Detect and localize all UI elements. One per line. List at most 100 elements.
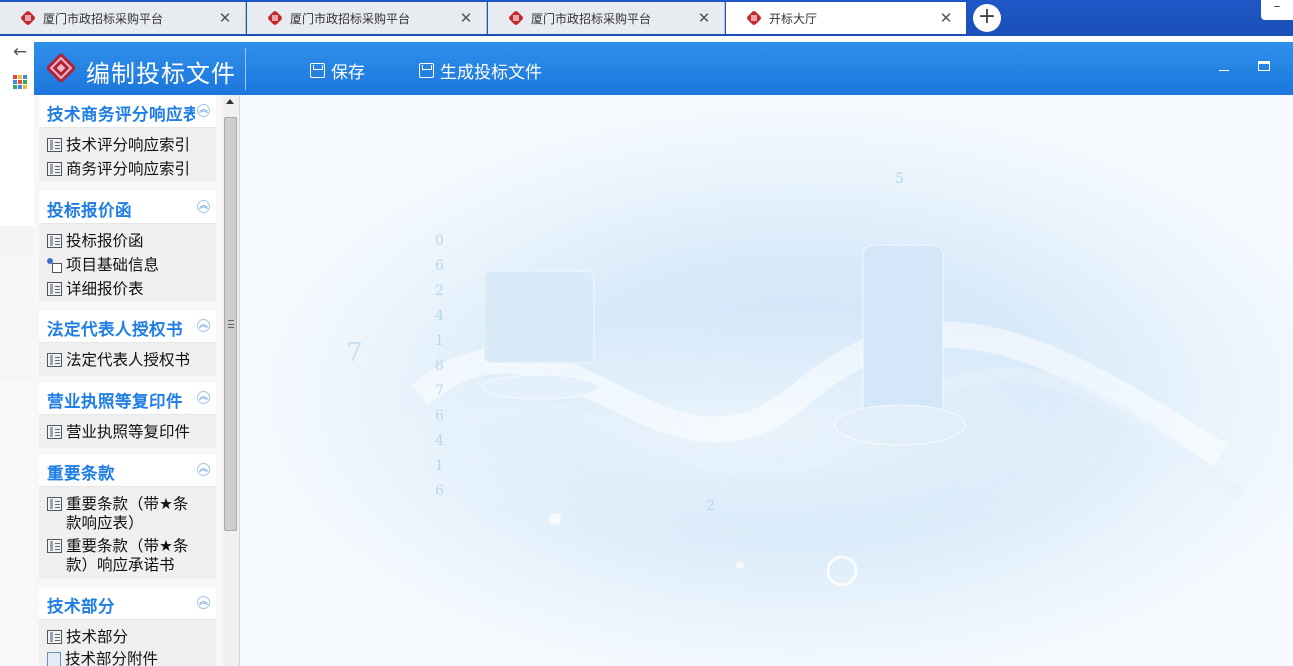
attachment-icon (47, 652, 61, 666)
svg-text:5: 5 (895, 171, 904, 187)
item-label: 详细报价表 (66, 280, 144, 298)
group-technical-section: 技术部分 ︽ 技术部分 技术部分附件 (39, 587, 216, 666)
tab-title: 厦门市政招标采购平台 (531, 11, 652, 26)
browser-tab-1[interactable]: 厦门市政招标采购平台 ✕ (0, 2, 246, 34)
tab-title: 厦门市政招标采购平台 (290, 11, 411, 26)
document-icon (47, 425, 62, 439)
group-bid-price-letter: 投标报价函 ︽ 投标报价函 项目基础信息 详细报价表 (39, 191, 216, 301)
browser-tab-4-active[interactable]: 开标大厅 ✕ (726, 2, 966, 34)
group-header[interactable]: 技术商务评分响应表 ︽ (39, 95, 216, 128)
collapse-icon[interactable]: ︽ (197, 319, 210, 332)
scrollbar-thumb[interactable] (224, 117, 237, 531)
header-divider (245, 48, 246, 90)
svg-text:1: 1 (435, 333, 444, 349)
svg-text:6: 6 (435, 483, 444, 499)
document-icon (47, 497, 62, 511)
save-button-label: 保存 (331, 62, 365, 83)
site-logo-icon (509, 11, 523, 25)
generate-button-label: 生成投标文件 (440, 62, 542, 83)
back-arrow-icon[interactable]: ← (13, 42, 27, 62)
browser-tab-2[interactable]: 厦门市政招标采购平台 ✕ (247, 2, 487, 34)
generate-bid-file-button[interactable]: 生成投标文件 (419, 59, 542, 83)
group-header[interactable]: 营业执照等复印件 ︽ (39, 382, 216, 415)
close-tab-icon[interactable]: ✕ (458, 10, 474, 26)
document-editor-area[interactable]: 0 6 2 4 1 8 7 6 4 1 6 7 5 2 (240, 95, 1293, 666)
document-icon (47, 162, 62, 176)
bid-editor-window: 编制投标文件 保存 生成投标文件 技术商务评分响应表 ︽ 技术评分响应索引 商务… (34, 42, 1293, 666)
outline-item[interactable]: 法定代表人授权书 (47, 351, 202, 370)
collapse-icon[interactable]: ︽ (197, 104, 210, 117)
group-business-license-copies: 营业执照等复印件 ︽ 营业执照等复印件 (39, 382, 216, 448)
svg-text:6: 6 (435, 408, 444, 424)
browser-minimize-button[interactable]: – (1261, 0, 1293, 20)
svg-text:8: 8 (435, 358, 444, 374)
outline-item[interactable]: 重要条款（带★条款）响应承诺书 (47, 537, 202, 575)
group-header[interactable]: 重要条款 ︽ (39, 454, 216, 487)
document-outline-sidebar: 技术商务评分响应表 ︽ 技术评分响应索引 商务评分响应索引 投标报价函 ︽ 投标… (34, 95, 240, 666)
collapse-icon[interactable]: ︽ (197, 391, 210, 404)
outline-item[interactable]: 商务评分响应索引 (47, 160, 202, 179)
app-header: 编制投标文件 保存 生成投标文件 (34, 42, 1293, 95)
browser-tab-3[interactable]: 厦门市政招标采购平台 ✕ (488, 2, 725, 34)
minimize-icon[interactable] (1217, 58, 1231, 72)
svg-text:2: 2 (706, 498, 715, 514)
sidebar-scrollbar[interactable] (222, 95, 239, 666)
item-label: 技术部分 (66, 628, 129, 646)
browser-tab-bar: 厦门市政招标采购平台 ✕ 厦门市政招标采购平台 ✕ 厦门市政招标采购平台 ✕ 开… (0, 0, 1293, 36)
group-important-clauses: 重要条款 ︽ 重要条款（带★条款响应表） 重要条款（带★条款）响应承诺书 (39, 454, 216, 579)
document-icon (47, 353, 62, 367)
group-legal-rep-authorization: 法定代表人授权书 ︽ 法定代表人授权书 (39, 310, 216, 376)
item-label: 技术评分响应索引 (66, 136, 191, 154)
svg-text:7: 7 (435, 383, 444, 399)
group-tech-business-response: 技术商务评分响应表 ︽ 技术评分响应索引 商务评分响应索引 (39, 95, 216, 181)
collapse-icon[interactable]: ︽ (197, 596, 210, 609)
group-header[interactable]: 法定代表人授权书 ︽ (39, 310, 216, 343)
outline-item[interactable]: 重要条款（带★条款响应表） (47, 495, 202, 533)
apps-grid-icon[interactable] (13, 75, 27, 89)
svg-text:0: 0 (435, 233, 444, 249)
item-label: 商务评分响应索引 (66, 160, 191, 178)
save-button[interactable]: 保存 (310, 59, 365, 83)
group-header[interactable]: 技术部分 ︽ (39, 587, 216, 620)
page-card (0, 254, 36, 394)
scroll-up-arrow-icon[interactable] (226, 99, 234, 104)
group-title: 技术商务评分响应表 (47, 105, 195, 124)
app-title: 编制投标文件 (86, 60, 236, 88)
group-title: 投标报价函 (47, 201, 132, 220)
collapse-icon[interactable]: ︽ (197, 463, 210, 476)
floppy-disk-icon (310, 62, 325, 78)
outline-item[interactable]: 项目基础信息 (47, 256, 202, 275)
outline-item[interactable]: 技术部分 (47, 628, 202, 647)
item-label: 重要条款（带★条款）响应承诺书 (66, 537, 189, 574)
close-tab-icon[interactable]: ✕ (696, 10, 712, 26)
document-icon (47, 539, 62, 553)
close-tab-icon[interactable]: ✕ (217, 10, 233, 26)
document-icon (47, 234, 62, 248)
group-title: 技术部分 (47, 597, 115, 616)
outline-item[interactable]: 详细报价表 (47, 280, 202, 299)
outline-item[interactable]: 技术评分响应索引 (47, 136, 202, 155)
item-label: 项目基础信息 (66, 256, 160, 274)
svg-text:7: 7 (346, 338, 363, 368)
page-card (0, 381, 36, 666)
svg-text:1: 1 (435, 458, 444, 474)
outline-item[interactable]: 营业执照等复印件 (47, 423, 202, 442)
new-tab-button[interactable]: + (973, 4, 1001, 32)
outline-item[interactable]: 技术部分附件 (47, 650, 201, 666)
scroll-grip-icon (228, 320, 234, 328)
document-icon (47, 138, 62, 152)
group-title: 重要条款 (47, 464, 115, 483)
group-header[interactable]: 投标报价函 ︽ (39, 191, 216, 224)
tab-title: 厦门市政招标采购平台 (43, 11, 164, 26)
site-logo-icon (747, 11, 761, 25)
app-logo-icon (46, 53, 76, 83)
item-label: 投标报价函 (66, 232, 144, 250)
maximize-icon[interactable] (1258, 61, 1270, 71)
info-form-icon (47, 258, 62, 273)
svg-text:4: 4 (435, 308, 444, 324)
collapse-icon[interactable]: ︽ (197, 200, 210, 213)
item-label: 重要条款（带★条款响应表） (66, 495, 189, 532)
outline-item[interactable]: 投标报价函 (47, 232, 202, 251)
close-tab-icon[interactable]: ✕ (938, 10, 954, 26)
site-logo-icon (21, 11, 35, 25)
